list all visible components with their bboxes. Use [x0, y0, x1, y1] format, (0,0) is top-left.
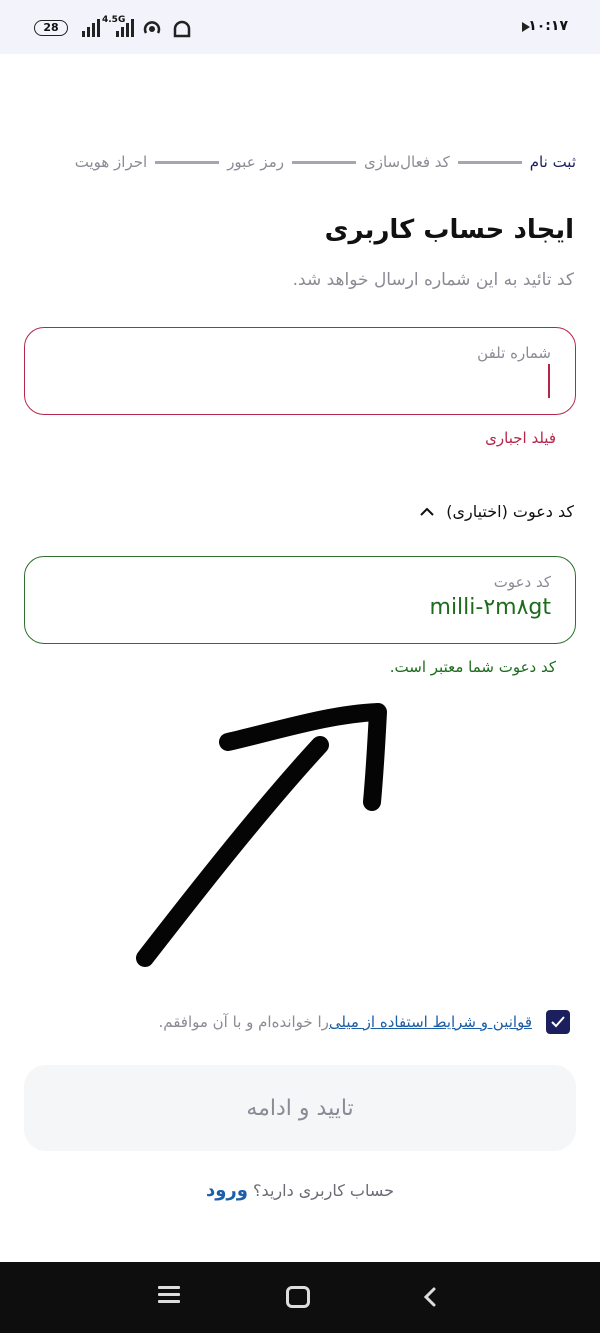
registration-stepper: ثبت نام کد فعال‌سازی رمز عبور احراز هویت: [24, 150, 576, 174]
step-identity-verification: احراز هویت: [74, 153, 148, 171]
step-divider: [155, 160, 220, 164]
check-icon: [551, 1016, 565, 1028]
chevron-up-icon: [420, 507, 434, 516]
step-password: رمز عبور: [227, 153, 284, 171]
login-question: حساب کاربری دارید؟: [247, 1181, 394, 1200]
step-divider: [457, 160, 522, 164]
invite-code-field[interactable]: کد دعوت milli-۲m۸gt: [24, 556, 576, 644]
recent-apps-icon[interactable]: [158, 1286, 180, 1306]
signal-icon-2: [116, 17, 134, 37]
invite-code-valid-message: کد دعوت شما معتبر است.: [389, 658, 556, 676]
login-link[interactable]: ورود: [206, 1180, 248, 1201]
phone-field[interactable]: شماره تلفن: [24, 327, 576, 415]
login-prompt: حساب کاربری دارید؟ ورود: [0, 1180, 600, 1201]
terms-agreement: قوانین و شرایط استفاده از میلی را خوانده…: [30, 1010, 570, 1034]
battery-indicator: 28: [34, 20, 68, 36]
screen-record-icon: [173, 20, 191, 38]
invite-code-toggle-label: کد دعوت (اختیاری): [446, 502, 574, 521]
phone-field-label: شماره تلفن: [477, 344, 551, 362]
hand-drawn-arrow: [136, 703, 387, 967]
system-navigation-bar: [0, 1262, 600, 1333]
signal-icon: [82, 17, 100, 37]
home-icon[interactable]: [286, 1286, 310, 1308]
invite-code-value: milli-۲m۸gt: [429, 595, 551, 620]
terms-checkbox[interactable]: [546, 1010, 570, 1034]
terms-suffix: را خوانده‌ام و با آن موافقم.: [158, 1013, 329, 1031]
clock: ۱۰:۱۷: [528, 18, 568, 34]
invite-code-field-label: کد دعوت: [493, 573, 551, 591]
step-signup: ثبت نام: [529, 153, 576, 171]
invite-code-toggle[interactable]: کد دعوت (اختیاری): [418, 502, 574, 521]
step-divider: [291, 160, 356, 164]
phone-error-message: فیلد اجباری: [485, 429, 556, 447]
confirm-continue-button[interactable]: تایید و ادامه: [24, 1065, 576, 1151]
back-icon[interactable]: [420, 1286, 442, 1308]
status-bar: 28 4.5G ۱۰:۱۷: [0, 0, 600, 54]
page-title: ایجاد حساب کاربری: [324, 215, 574, 245]
text-cursor: [548, 364, 550, 398]
page-subtitle: کد تائید به این شماره ارسال خواهد شد.: [292, 270, 574, 290]
hotspot-icon: [143, 21, 161, 34]
step-activation-code: کد فعال‌سازی: [363, 153, 450, 171]
terms-link[interactable]: قوانین و شرایط استفاده از میلی: [329, 1013, 532, 1031]
